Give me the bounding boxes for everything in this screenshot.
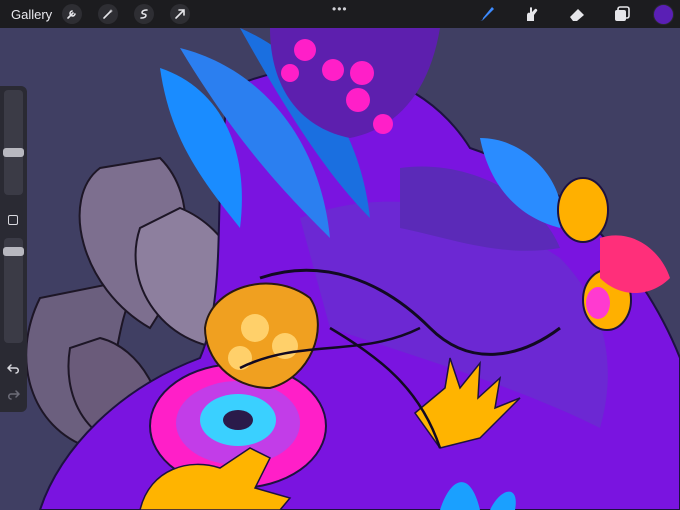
modify-button[interactable] — [8, 215, 18, 225]
smudge-icon[interactable] — [519, 1, 545, 27]
brush-size-slider[interactable] — [3, 90, 24, 195]
brush-size-thumb[interactable] — [3, 148, 24, 157]
top-toolbar: Gallery ••• — [0, 0, 680, 28]
color-picker[interactable] — [653, 3, 674, 25]
undo-arrow-icon[interactable] — [6, 363, 21, 375]
magic-wand-icon[interactable] — [98, 4, 119, 24]
right-tools — [455, 0, 680, 28]
transform-arrow-icon[interactable] — [170, 4, 191, 24]
selection-icon[interactable] — [134, 4, 155, 24]
layers-icon[interactable] — [609, 1, 635, 27]
redo-arrow-icon[interactable] — [6, 389, 21, 401]
wrench-icon[interactable] — [62, 4, 83, 24]
opacity-slider[interactable] — [3, 238, 24, 343]
brush-icon[interactable] — [474, 1, 500, 27]
drawing-canvas[interactable] — [0, 28, 680, 510]
menu-dots[interactable]: ••• — [332, 2, 348, 16]
left-sidebar — [0, 86, 27, 412]
artwork — [25, 28, 680, 510]
eraser-icon[interactable] — [564, 1, 590, 27]
opacity-thumb[interactable] — [3, 247, 24, 256]
gallery-button[interactable]: Gallery — [11, 7, 52, 22]
